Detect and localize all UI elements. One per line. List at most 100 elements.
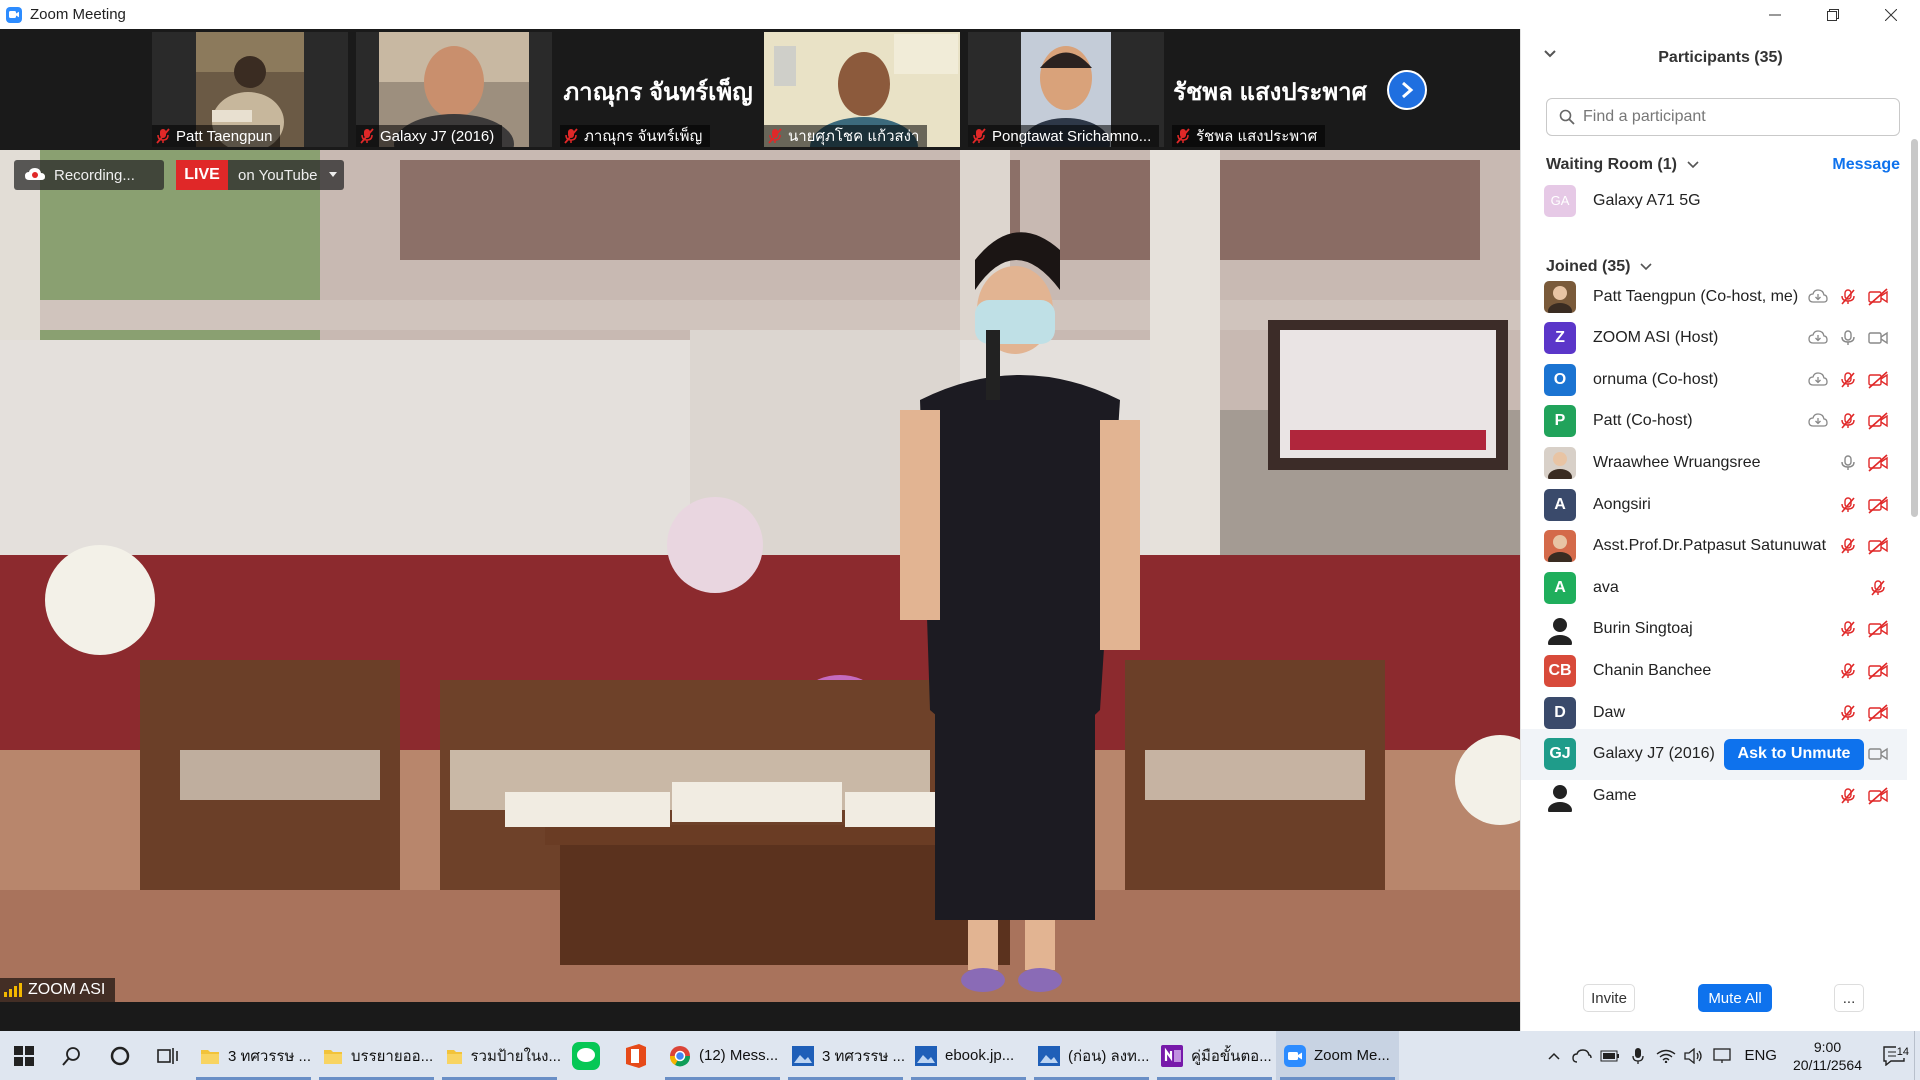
taskbar-app-label: (12) Mess... — [699, 1047, 779, 1064]
chevron-down-icon — [1640, 263, 1653, 271]
cloud-recording-icon — [1808, 372, 1828, 386]
avatar: O — [1544, 363, 1576, 396]
taskbar-app-folder[interactable]: บรรยายออ... — [315, 1031, 438, 1080]
zoom-app-window: Zoom Meeting Patt Taengpun Galaxy J7 (20… — [0, 0, 1920, 1080]
mic-muted-icon — [1841, 288, 1855, 305]
minimize-button[interactable] — [1746, 0, 1804, 29]
taskbar-app-photos[interactable]: 3 ทศวรรษ ... — [784, 1031, 907, 1080]
taskbar-app-chrome[interactable]: (12) Mess... — [661, 1031, 784, 1080]
thumbnail-name-tag: Patt Taengpun — [152, 125, 281, 147]
next-page-button[interactable] — [1387, 70, 1427, 110]
avatar: A — [1544, 488, 1576, 521]
show-hidden-icons-button[interactable] — [1540, 1052, 1568, 1060]
participant-row[interactable]: Game — [1521, 770, 1907, 821]
task-view-icon — [157, 1047, 178, 1064]
participant-search-box[interactable] — [1546, 98, 1900, 136]
mic-muted-icon — [1841, 663, 1855, 679]
battery-tray-button[interactable] — [1596, 1050, 1624, 1062]
show-desktop-button[interactable] — [1914, 1031, 1920, 1080]
avatar: Z — [1544, 322, 1576, 355]
participant-search-input[interactable] — [1583, 108, 1883, 126]
more-options-button[interactable]: ... — [1834, 984, 1864, 1012]
thumbnail-name-tag: นายศุภโชค แก้วสง่า — [764, 125, 928, 147]
taskbar-app-label: รวมป้ายในง... — [470, 1047, 561, 1065]
chevron-down-icon[interactable] — [1543, 49, 1557, 59]
video-thumbnail[interactable]: ภาณุกร จันทร์เพ็ญ ภาณุกร จันทร์เพ็ญ — [560, 32, 756, 147]
close-button[interactable] — [1862, 0, 1920, 29]
microphone-tray-button[interactable] — [1624, 1047, 1652, 1065]
folder-icon — [324, 1049, 342, 1064]
video-off-icon — [1868, 620, 1888, 638]
search-button[interactable] — [48, 1031, 96, 1080]
video-off-icon — [1868, 703, 1888, 722]
photos-icon — [915, 1045, 937, 1066]
live-target-label: on YouTube — [238, 166, 318, 184]
cortana-button[interactable] — [96, 1031, 144, 1080]
clock-date: 20/11/2564 — [1792, 1056, 1862, 1073]
mute-all-button[interactable]: Mute All — [1698, 984, 1772, 1012]
taskbar-app-line[interactable] — [561, 1031, 611, 1080]
taskbar-app-onenote[interactable]: คู่มือขั้นตอ... — [1153, 1031, 1276, 1080]
onedrive-tray-button[interactable] — [1568, 1048, 1596, 1063]
taskbar-app-folder[interactable]: รวมป้ายในง... — [438, 1031, 561, 1080]
mic-muted-icon — [1841, 371, 1855, 388]
invite-button[interactable]: Invite — [1583, 984, 1635, 1012]
video-thumbnail[interactable]: Patt Taengpun — [152, 32, 348, 147]
panel-scrollbar[interactable] — [1911, 139, 1918, 517]
volume-tray-button[interactable] — [1680, 1047, 1708, 1064]
mic-icon — [1841, 330, 1855, 346]
start-button[interactable] — [0, 1031, 48, 1080]
participant-status-icons — [1833, 534, 1893, 558]
thumbnail-display-name: ภาณุกร จันทร์เพ็ญ — [563, 79, 753, 106]
participant-name: Wraawhee Wruangsree — [1593, 453, 1761, 471]
restore-button[interactable] — [1804, 0, 1862, 29]
ask-to-unmute-button[interactable]: Ask to Unmute — [1724, 738, 1864, 770]
taskbar-app-folder[interactable]: 3 ทศวรรษ ... — [192, 1031, 315, 1080]
participant-name: ornuma (Co-host) — [1593, 370, 1719, 388]
participant-name: Burin Singtoaj — [1593, 620, 1693, 638]
cloud-recording-icon — [25, 168, 45, 180]
recording-indicator[interactable]: Recording... — [14, 160, 164, 190]
input-language-button[interactable]: ENG — [1744, 1047, 1777, 1064]
avatar — [1544, 530, 1576, 563]
taskbar-app-office[interactable] — [611, 1031, 661, 1080]
clock-button[interactable]: 9:00 20/11/2564 — [1793, 1038, 1862, 1074]
mic-muted-icon — [972, 128, 986, 144]
participant-status-icons — [1833, 617, 1893, 641]
participant-status-icons — [1833, 701, 1893, 725]
panel-footer: Invite Mute All ... — [1521, 974, 1920, 1024]
taskbar-app-label: Zoom Me... — [1314, 1047, 1390, 1064]
taskbar-app-zoom[interactable]: Zoom Me... — [1276, 1031, 1399, 1080]
active-speaker-name: ZOOM ASI — [28, 981, 106, 998]
video-thumbnail[interactable]: Pongtawat Srichamno... — [968, 32, 1164, 147]
taskbar-app-photos[interactable]: ebook.jp... — [907, 1031, 1030, 1080]
video-off-icon — [1868, 454, 1888, 472]
avatar — [1544, 613, 1576, 646]
video-thumbnail[interactable]: รัชพล แสงประพาศ รัชพล แสงประพาศ — [1172, 32, 1368, 147]
video-off-icon — [1868, 287, 1888, 306]
task-view-button[interactable] — [144, 1031, 192, 1080]
restore-icon — [1827, 8, 1839, 21]
avatar: GJ — [1544, 738, 1576, 771]
video-thumbnail-strip: Patt Taengpun Galaxy J7 (2016) ภาณุกร จั… — [0, 29, 1520, 149]
video-off-icon — [1868, 537, 1888, 555]
mic-muted-icon — [564, 128, 578, 144]
video-thumbnail[interactable]: นายศุภโชค แก้วสง่า — [764, 32, 960, 147]
mic-muted-icon — [1841, 496, 1855, 513]
wifi-tray-button[interactable] — [1652, 1049, 1680, 1063]
waiting-room-row[interactable]: GA Galaxy A71 5G — [1521, 175, 1907, 226]
participants-panel: Participants (35) Waiting Room (1) Messa… — [1520, 29, 1920, 1031]
mic-muted-icon — [1871, 579, 1885, 596]
thumbnail-name: Pongtawat Srichamno... — [992, 127, 1152, 145]
cloud-recording-icon — [1808, 413, 1828, 427]
avatar: P — [1544, 405, 1576, 438]
taskbar-app-photos[interactable]: (ก่อน) ลงท... — [1030, 1031, 1153, 1080]
live-stream-indicator[interactable]: LIVE on YouTube — [176, 160, 344, 190]
video-thumbnail[interactable]: Galaxy J7 (2016) — [356, 32, 552, 147]
display-tray-button[interactable] — [1708, 1047, 1736, 1064]
avatar-photo — [1548, 535, 1572, 563]
avatar-initials: Z — [1555, 329, 1565, 347]
minimize-icon — [1769, 14, 1781, 15]
taskbar-app-label: 3 ทศวรรษ ... — [228, 1047, 312, 1065]
action-center-button[interactable]: 14 — [1874, 1045, 1914, 1066]
